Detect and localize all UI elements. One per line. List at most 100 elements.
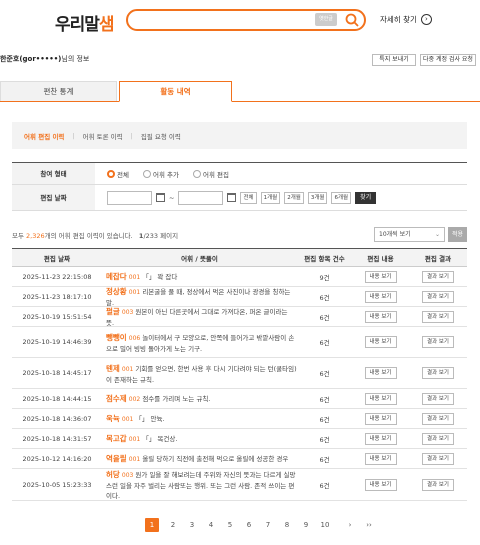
send-message-button[interactable]: 특지 보내기 [372, 54, 416, 66]
calendar-icon[interactable] [227, 193, 237, 202]
edit-count: 6건 [319, 370, 330, 378]
word-definition: 「」 목건상. [142, 435, 178, 443]
radio-icon [192, 169, 201, 178]
word-link[interactable]: 텐제 [106, 364, 120, 373]
radio-all[interactable]: 전체 [107, 169, 129, 179]
word-link[interactable]: 뺑뺑이 [106, 333, 127, 342]
subnav-discussion-history[interactable]: 어휘 토론 이력 [83, 131, 123, 141]
radio-add[interactable]: 어휘 추가 [142, 169, 179, 179]
table-row: 2025-10-18 14:31:57 목고갑 001 「」 목건상. 6건 내용 보… [12, 429, 467, 449]
subnav-request-history[interactable]: 집필 요청 이력 [141, 131, 181, 141]
page-5-link[interactable]: 5 [222, 521, 238, 529]
table-row: 2025-10-18 14:36:07 욱뉵 001 「」 안뉵. 6건 내용 보기 결… [12, 409, 467, 429]
page-10-link[interactable]: 10 [317, 521, 333, 529]
view-content-button[interactable]: 내용 보기 [364, 290, 397, 303]
view-result-button[interactable]: 결과 보기 [422, 290, 454, 303]
page-8-link[interactable]: 8 [279, 521, 295, 529]
radio-edit[interactable]: 어휘 편집 [192, 169, 229, 179]
edit-count: 9건 [319, 273, 330, 282]
pagination: 1 2 3 4 5 6 7 8 9 10 › ›› [145, 518, 380, 532]
range-6m-button[interactable]: 6개월 [331, 191, 352, 204]
word-definition: 원본이 아닌 다른곳에서 그대로 가져다온, 퍼온 글이라는 뜻. [106, 308, 288, 327]
old-hangul-keyboard-button[interactable]: 옛한글 [315, 13, 337, 26]
view-result-button[interactable]: 결과 보기 [422, 478, 454, 491]
detail-search-link[interactable]: 자세히 찾기 › [380, 14, 432, 25]
view-result-button[interactable]: 결과 보기 [422, 412, 454, 425]
range-1m-button[interactable]: 1개월 [260, 191, 281, 204]
edit-count: 6건 [319, 339, 330, 347]
page-size-select[interactable]: 10개씩 보기 ⌄ [374, 227, 445, 242]
word-link[interactable]: 역을릴 [106, 454, 127, 463]
view-result-button[interactable]: 결과 보기 [422, 270, 454, 283]
view-result-button[interactable]: 결과 보기 [422, 392, 454, 405]
logo[interactable]: 우리말샘 [55, 10, 115, 35]
sense-number: 003 [121, 309, 134, 316]
last-page-icon[interactable]: ›› [361, 521, 377, 529]
word-link[interactable]: 욱뉵 [106, 414, 120, 423]
page-7-link[interactable]: 7 [260, 521, 276, 529]
apply-button[interactable]: 적용 [448, 227, 467, 242]
view-result-button[interactable]: 결과 보기 [422, 336, 454, 348]
page-3-link[interactable]: 3 [184, 521, 200, 529]
view-content-button[interactable]: 내용 보기 [364, 478, 397, 491]
search-icon[interactable] [344, 12, 360, 28]
view-content-button[interactable]: 내용 보기 [364, 367, 397, 379]
page-2-link[interactable]: 2 [165, 521, 181, 529]
sense-number: 001 [128, 456, 141, 463]
end-date-input[interactable] [178, 190, 224, 205]
word-definition: 원가 일을 잘 해보려는데 주위와 자신의 뜻과는 다르게 실망스런 일을 자주… [106, 471, 296, 500]
edit-count: 6건 [319, 293, 330, 302]
view-result-button[interactable]: 결과 보기 [422, 310, 454, 323]
word-link[interactable]: 허당 [106, 470, 120, 479]
calendar-icon[interactable] [156, 193, 165, 202]
multi-account-check-button[interactable]: 다중 계정 검사 요청 [420, 54, 476, 66]
word-link[interactable]: 점수제 [106, 394, 127, 403]
total-pages: /233 페이지 [143, 232, 179, 240]
table-row: 2025-10-19 15:51:54 펄글 003 원본이 아닌 다른곳에서 그… [12, 307, 467, 327]
next-page-icon[interactable]: › [342, 521, 358, 529]
view-content-button[interactable]: 내용 보기 [364, 336, 397, 348]
tab-activity[interactable]: 활동 내역 [119, 81, 232, 102]
word-link[interactable]: 펄글 [106, 307, 120, 316]
tab-statistics[interactable]: 편찬 통계 [0, 81, 117, 101]
edit-date: 2025-10-19 14:46:39 [22, 338, 92, 346]
user-name: 한준호(gor•••••) [0, 55, 62, 63]
word-definition: 기회를 얻으면, 한번 사용 후 다시 기다려야 되는 턴(쿨타임)이 존재하는… [106, 364, 297, 384]
table-row: 2025-10-19 14:46:39 뺑뺑이 006 놀이터에서 구 모양으로,… [12, 327, 467, 358]
edit-history-table: 편집 날짜 어휘 / 뜻풀이 편집 항목 건수 편집 내용 편집 결과 2025… [12, 248, 467, 501]
subnav-edit-history[interactable]: 어휘 편집 이력 [24, 131, 64, 141]
word-link[interactable]: 정상황 [106, 287, 127, 296]
view-content-button[interactable]: 내용 보기 [364, 432, 397, 445]
view-result-button[interactable]: 결과 보기 [422, 367, 454, 379]
start-date-input[interactable] [107, 190, 152, 205]
lookup-button[interactable]: 찾기 [355, 191, 377, 204]
edit-count: 6건 [319, 455, 330, 464]
view-content-button[interactable]: 내용 보기 [364, 270, 397, 283]
range-2m-button[interactable]: 2개월 [284, 191, 304, 204]
page-1-link[interactable]: 1 [145, 518, 159, 532]
view-content-button[interactable]: 내용 보기 [364, 392, 397, 405]
view-content-button[interactable]: 내용 보기 [364, 452, 397, 465]
view-result-button[interactable]: 결과 보기 [422, 452, 454, 465]
word-cell: 목고갑 001 「」 목건상. [102, 433, 297, 444]
word-link[interactable]: 목고갑 [106, 434, 127, 443]
word-definition: 올릴 당하기 직전에 출전해 먹으로 올릴에 성공한 경우 [142, 455, 289, 463]
range-3m-button[interactable]: 3개월 [307, 191, 328, 204]
sense-number: 003 [121, 472, 134, 479]
table-row: 2025-10-18 14:45:17 텐제 001 기회를 얻으면, 한번 사용… [12, 358, 467, 389]
table-row: 2025-11-23 22:15:08 메잡다 001 「」 꽉 잡다 9건 내용 보… [12, 267, 467, 287]
view-content-button[interactable]: 내용 보기 [364, 412, 397, 425]
result-summary: 모두 2,326개의 어휘 편집 이력이 있습니다. 1/233 페이지 [12, 232, 179, 240]
edit-date-label: 편집 날짜 [12, 185, 95, 210]
word-link[interactable]: 메잡다 [106, 272, 127, 281]
view-result-button[interactable]: 결과 보기 [422, 432, 454, 445]
radio-icon [142, 169, 151, 178]
edit-date: 2025-10-12 14:16:20 [22, 454, 92, 463]
view-content-button[interactable]: 내용 보기 [364, 310, 397, 323]
edit-date: 2025-10-18 14:44:15 [22, 394, 92, 403]
page-6-link[interactable]: 6 [241, 521, 257, 529]
range-all-button[interactable]: 전체 [240, 191, 257, 204]
table-row: 2025-10-12 14:16:20 역을릴 001 올릴 당하기 직전에 출전… [12, 449, 467, 469]
page-9-link[interactable]: 9 [298, 521, 314, 529]
page-4-link[interactable]: 4 [203, 521, 219, 529]
